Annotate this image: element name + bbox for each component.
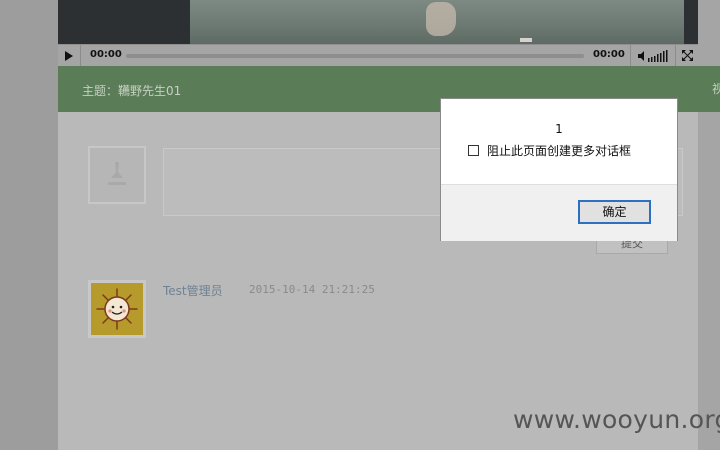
comment-username[interactable]: Test管理员 [163,282,223,299]
control-separator [675,45,676,67]
seek-bar[interactable] [126,54,584,58]
dialog-message: 1 [555,122,563,136]
video-controls: 00:00 00:00 [58,44,698,68]
duration-time: 00:00 [593,49,625,60]
video-frame[interactable] [190,0,684,44]
fullscreen-icon[interactable] [682,50,693,61]
dialog-footer: 确定 [441,184,677,241]
user-placeholder-icon [108,162,126,185]
control-separator [80,45,81,67]
ok-button[interactable]: 确定 [578,200,651,224]
watermark: www.wooyun.org [513,405,720,434]
video-area[interactable] [58,0,698,44]
play-icon[interactable] [65,51,73,61]
topic-title: 主题：韉野先生01 [82,84,182,98]
commenter-avatar[interactable] [88,280,146,338]
current-time: 00:00 [90,49,122,60]
video-hand [426,2,456,36]
control-separator [630,45,631,67]
comment-timestamp: 2015-10-14 21:21:25 [249,283,375,296]
suppress-dialogs-checkbox[interactable] [468,145,479,156]
current-user-avatar [88,146,146,204]
sun-face-icon [96,288,138,330]
avatar-background [91,283,143,335]
topic-right-text: 视 [712,82,720,96]
alert-dialog: 1 阻止此页面创建更多对话框 确定 [440,98,678,241]
video-object [520,38,532,42]
suppress-dialogs-label[interactable]: 阻止此页面创建更多对话框 [487,142,631,159]
volume-icon[interactable] [638,50,670,62]
